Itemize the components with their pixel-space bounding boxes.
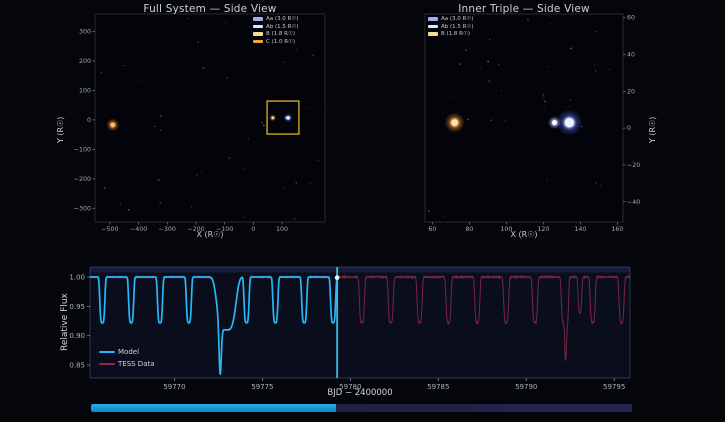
svg-text:200: 200 xyxy=(79,58,91,65)
legend-label-b: B (1.8 R☉) xyxy=(266,31,295,37)
legend-item-aa: Aa (3.0 R☉) xyxy=(253,16,299,22)
legend-item-tess: TESS Data xyxy=(99,360,155,368)
svg-text:60: 60 xyxy=(627,15,635,22)
legend-swatch-b xyxy=(428,32,438,36)
legend-swatch-ab xyxy=(253,25,263,29)
svg-text:−20: −20 xyxy=(627,162,640,169)
legend-label-ab: Ab (1.5 R☉) xyxy=(441,24,474,30)
legend-swatch-model xyxy=(99,351,115,353)
star-c xyxy=(106,118,119,131)
full-system-xaxis-label: X (R☉) xyxy=(95,230,325,239)
svg-text:0.85: 0.85 xyxy=(69,362,85,370)
legend-item-ab: Ab (1.5 R☉) xyxy=(428,24,474,30)
inner-triple-yaxis-label: Y (R☉) xyxy=(648,117,657,143)
light-curve-xaxis-label: BJD − 2400000 xyxy=(90,388,630,398)
legend-label-aa: Aa (3.0 R☉) xyxy=(441,16,473,22)
legend-item-b: B (1.8 R☉) xyxy=(253,31,299,37)
star-b xyxy=(445,113,465,133)
star-b xyxy=(269,114,276,121)
simulation-frame: −500−400−300−200−10001003002001000−100−2… xyxy=(0,0,725,422)
full_system-panel: −500−400−300−200−10001003002001000−100−2… xyxy=(74,14,325,233)
full-system-title: Full System — Side View xyxy=(95,3,325,15)
full-system-yaxis-label: Y (R☉) xyxy=(56,117,65,143)
svg-text:0.95: 0.95 xyxy=(69,303,85,311)
legend-label-c: C (1.0 R☉) xyxy=(266,39,295,45)
inner-triple-xaxis-label: X (R☉) xyxy=(425,230,623,239)
svg-text:−40: −40 xyxy=(627,199,640,206)
animation-progress-fill xyxy=(91,404,336,412)
legend-label-aa: Aa (3.0 R☉) xyxy=(266,16,298,22)
legend-item-aa: Aa (3.0 R☉) xyxy=(428,16,474,22)
svg-text:0.90: 0.90 xyxy=(69,332,85,340)
svg-text:40: 40 xyxy=(627,51,635,58)
legend-label-ab: Ab (1.5 R☉) xyxy=(266,24,299,30)
legend-swatch-tess xyxy=(99,363,115,365)
svg-text:0: 0 xyxy=(87,117,91,124)
legend-swatch-ab xyxy=(428,25,438,29)
legend-swatch-aa xyxy=(428,17,438,21)
star-aa xyxy=(284,113,293,122)
svg-text:300: 300 xyxy=(79,28,91,35)
svg-text:20: 20 xyxy=(627,88,635,95)
legend-item-ab: Ab (1.5 R☉) xyxy=(253,24,299,30)
legend-label-b: B (1.8 R☉) xyxy=(441,31,470,37)
legend-swatch-aa xyxy=(253,17,263,21)
svg-text:−100: −100 xyxy=(74,146,91,153)
svg-text:−300: −300 xyxy=(74,205,91,212)
star-aa xyxy=(556,110,582,136)
legend-item-model: Model xyxy=(99,348,155,356)
light-curve-panel: 5977059775597805978559790597951.000.950.… xyxy=(69,267,630,391)
light-curve-yaxis-label: Relative Flux xyxy=(60,293,70,351)
svg-text:−200: −200 xyxy=(74,176,91,183)
legend-swatch-c xyxy=(253,40,263,44)
animation-progress-bar[interactable] xyxy=(91,404,632,412)
inner-triple-legend: Aa (3.0 R☉) Ab (1.5 R☉) B (1.8 R☉) xyxy=(428,16,474,37)
inner-triple-title: Inner Triple — Side View xyxy=(425,3,623,15)
svg-text:100: 100 xyxy=(79,87,91,94)
legend-item-c: C (1.0 R☉) xyxy=(253,39,299,45)
svg-text:1.00: 1.00 xyxy=(69,273,85,281)
legend-label-tess: TESS Data xyxy=(118,360,155,368)
legend-item-b: B (1.8 R☉) xyxy=(428,31,474,37)
full-system-legend: Aa (3.0 R☉) Ab (1.5 R☉) B (1.8 R☉) C (1.… xyxy=(253,16,299,45)
svg-text:0: 0 xyxy=(627,125,631,132)
legend-swatch-b xyxy=(253,32,263,36)
current-time-dot xyxy=(335,275,340,280)
inner_triple-panel: 60801001201401606040200−20−40 xyxy=(425,14,640,233)
legend-label-model: Model xyxy=(118,348,139,356)
light-curve-legend: Model TESS Data xyxy=(99,348,155,368)
